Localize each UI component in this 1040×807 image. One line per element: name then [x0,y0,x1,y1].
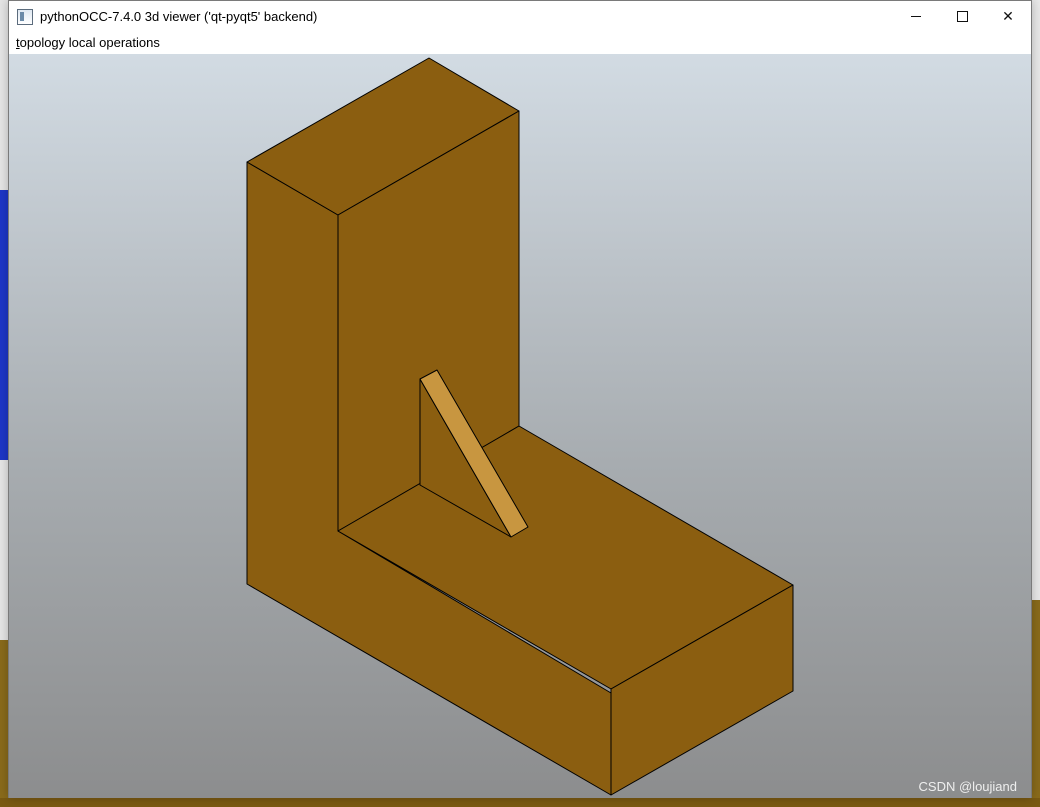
background-window-brown-region-right [1032,600,1040,807]
background-window-blue-region [0,190,8,460]
background-window-brown-region [0,640,8,807]
maximize-icon [956,11,968,22]
menu-label: opology local operations [19,35,160,50]
window-title: pythonOCC-7.4.0 3d viewer ('qt-pyqt5' ba… [40,9,318,24]
maximize-button[interactable] [939,1,985,32]
3d-scene[interactable] [9,54,1031,798]
minimize-button[interactable] [893,1,939,32]
app-window-icon[interactable] [17,8,33,25]
viewer-window: pythonOCC-7.4.0 3d viewer ('qt-pyqt5' ba… [8,0,1032,798]
close-button[interactable]: ✕ [985,1,1031,32]
window-controls: ✕ [893,1,1031,32]
menu-topology-local-operations[interactable]: topology local operations [9,32,167,54]
background-window-bottom [0,798,1040,807]
minimize-icon [911,16,921,17]
close-icon: ✕ [1002,8,1014,24]
menu-bar: topology local operations [9,32,1031,54]
3d-viewport[interactable]: CSDN @loujiand [9,54,1031,798]
watermark-text: CSDN @loujiand [918,779,1017,794]
title-bar[interactable]: pythonOCC-7.4.0 3d viewer ('qt-pyqt5' ba… [9,1,1031,32]
